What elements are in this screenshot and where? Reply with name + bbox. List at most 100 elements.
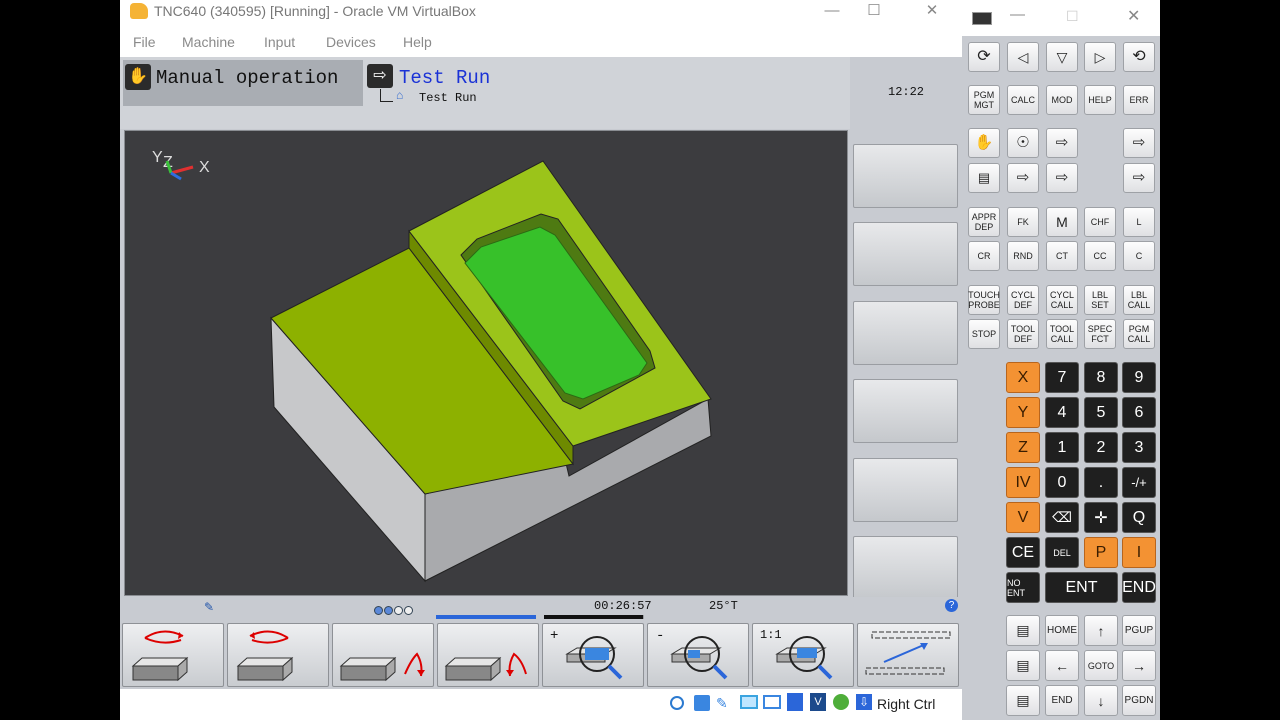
arrow-left-icon[interactable]: ◁ bbox=[1007, 42, 1039, 72]
help-icon[interactable]: ? bbox=[945, 599, 958, 612]
key-chf[interactable]: CHF bbox=[1084, 207, 1116, 237]
arrow-left-key[interactable]: ← bbox=[1045, 650, 1079, 681]
vertical-softkey-5[interactable] bbox=[853, 458, 958, 522]
vertical-softkey-6[interactable] bbox=[853, 536, 958, 600]
shared-folder-icon[interactable] bbox=[740, 695, 758, 709]
menu-help[interactable]: Help bbox=[403, 34, 432, 50]
arrow-right-key[interactable]: → bbox=[1122, 650, 1156, 681]
mode-test-run-label[interactable]: Test Run bbox=[399, 67, 490, 89]
program-run-icon[interactable]: ⇨ bbox=[1046, 163, 1078, 193]
key-goto[interactable]: GOTO bbox=[1084, 650, 1118, 681]
key-8[interactable]: 8 bbox=[1084, 362, 1118, 393]
key-x[interactable]: X bbox=[1006, 362, 1040, 393]
key-6[interactable]: 6 bbox=[1122, 397, 1156, 428]
key-p[interactable]: P bbox=[1084, 537, 1118, 568]
kbd-close-icon[interactable]: ✕ bbox=[1127, 6, 1140, 26]
optical-drive-icon[interactable] bbox=[694, 695, 710, 711]
key-z[interactable]: Z bbox=[1006, 432, 1040, 463]
vertical-softkey-4[interactable] bbox=[853, 379, 958, 443]
vertical-softkey-3[interactable] bbox=[853, 301, 958, 365]
key-end[interactable]: END bbox=[1122, 572, 1156, 603]
key-plus-minus[interactable]: -/+ bbox=[1122, 467, 1156, 498]
key-cycl-def[interactable]: CYCL DEF bbox=[1007, 285, 1039, 315]
key-del[interactable]: DEL bbox=[1045, 537, 1079, 568]
key-fk[interactable]: FK bbox=[1007, 207, 1039, 237]
key-pgdn[interactable]: PGDN bbox=[1122, 685, 1156, 716]
mouse-integration-icon[interactable]: ⇩ bbox=[856, 694, 872, 710]
arrow-right-icon[interactable]: ▷ bbox=[1084, 42, 1116, 72]
key-2[interactable]: 2 bbox=[1084, 432, 1118, 463]
key-mod[interactable]: MOD bbox=[1046, 85, 1078, 115]
usb-icon[interactable]: ✎ bbox=[716, 695, 732, 711]
minimize-icon[interactable]: — bbox=[812, 0, 852, 22]
key-y[interactable]: Y bbox=[1006, 397, 1040, 428]
key-cr[interactable]: CR bbox=[968, 241, 1000, 271]
key-iv[interactable]: IV bbox=[1006, 467, 1040, 498]
arrow-up-key[interactable]: ↑ bbox=[1084, 615, 1118, 646]
key-pgup[interactable]: PGUP bbox=[1122, 615, 1156, 646]
test-run-key-icon[interactable]: ⇨ bbox=[1123, 163, 1155, 193]
handwheel-icon[interactable]: ☉ bbox=[1007, 128, 1039, 158]
softkey-tilt-down[interactable] bbox=[332, 623, 434, 687]
mode-manual-operation[interactable]: ✋ Manual operation bbox=[123, 60, 363, 106]
softkey-zoom-in[interactable]: + bbox=[542, 623, 644, 687]
menu-input[interactable]: Input bbox=[264, 34, 295, 50]
menu-file[interactable]: File bbox=[133, 34, 156, 50]
softkey-rotate-left[interactable] bbox=[122, 623, 224, 687]
split-screen-icon[interactable]: ▤ bbox=[1006, 650, 1040, 681]
display-icon[interactable] bbox=[763, 695, 781, 709]
key-0[interactable]: 0 bbox=[1045, 467, 1079, 498]
key-lbl-set[interactable]: LBL SET bbox=[1084, 285, 1116, 315]
rotate-ccw-icon[interactable]: ⟳ bbox=[968, 42, 1000, 72]
key-ce[interactable]: CE bbox=[1006, 537, 1040, 568]
key-touch-probe[interactable]: TOUCH PROBE bbox=[968, 285, 1000, 315]
kbd-minimize-icon[interactable]: — bbox=[1010, 6, 1025, 23]
key-home[interactable]: HOME bbox=[1045, 615, 1079, 646]
key-ct[interactable]: CT bbox=[1046, 241, 1078, 271]
hand-mode-icon[interactable]: ✋ bbox=[968, 128, 1000, 158]
rotate-cw-icon[interactable]: ⟲ bbox=[1123, 42, 1155, 72]
simulation-viewport[interactable]: Y Z X bbox=[124, 130, 848, 596]
key-help[interactable]: HELP bbox=[1084, 85, 1116, 115]
key-decimal[interactable]: . bbox=[1084, 467, 1118, 498]
key-4[interactable]: 4 bbox=[1045, 397, 1079, 428]
crosshair-icon[interactable]: ✛ bbox=[1084, 502, 1118, 533]
key-5[interactable]: 5 bbox=[1084, 397, 1118, 428]
key-9[interactable]: 9 bbox=[1122, 362, 1156, 393]
softkey-zoom-out[interactable]: - bbox=[647, 623, 749, 687]
key-cc[interactable]: CC bbox=[1084, 241, 1116, 271]
key-pgm-call[interactable]: PGM CALL bbox=[1123, 319, 1155, 349]
hdd-status-icon[interactable] bbox=[670, 696, 684, 710]
key-3[interactable]: 3 bbox=[1122, 432, 1156, 463]
arrow-down-icon[interactable]: ▽ bbox=[1046, 42, 1078, 72]
key-appr-dep[interactable]: APPR DEP bbox=[968, 207, 1000, 237]
key-stop[interactable]: STOP bbox=[968, 319, 1000, 349]
full-sequence-icon[interactable]: ⇨ bbox=[1007, 163, 1039, 193]
key-c[interactable]: C bbox=[1123, 241, 1155, 271]
key-1[interactable]: 1 bbox=[1045, 432, 1079, 463]
key-rnd[interactable]: RND bbox=[1007, 241, 1039, 271]
backspace-icon[interactable]: ⌫ bbox=[1045, 502, 1079, 533]
key-q[interactable]: Q bbox=[1122, 502, 1156, 533]
key-calc[interactable]: CALC bbox=[1007, 85, 1039, 115]
program-list-icon[interactable]: ▤ bbox=[1006, 615, 1040, 646]
vertical-softkey-2[interactable] bbox=[853, 222, 958, 286]
key-m[interactable]: M bbox=[1046, 207, 1078, 237]
key-err[interactable]: ERR bbox=[1123, 85, 1155, 115]
softkey-zoom-reset[interactable]: 1:1 bbox=[752, 623, 854, 687]
key-no-ent[interactable]: NO ENT bbox=[1006, 572, 1040, 603]
key-ent[interactable]: ENT bbox=[1045, 572, 1118, 603]
vertical-softkey-1[interactable] bbox=[853, 144, 958, 208]
softkey-view-transform[interactable] bbox=[857, 623, 959, 687]
maximize-icon[interactable]: ☐ bbox=[854, 0, 894, 22]
key-i[interactable]: I bbox=[1122, 537, 1156, 568]
key-lbl-call[interactable]: LBL CALL bbox=[1123, 285, 1155, 315]
key-pgm-mgt[interactable]: PGM MGT bbox=[968, 85, 1000, 115]
key-cycl-call[interactable]: CYCL CALL bbox=[1046, 285, 1078, 315]
key-v[interactable]: V bbox=[1006, 502, 1040, 533]
kbd-maximize-icon[interactable]: ☐ bbox=[1066, 8, 1079, 25]
cpu-icon[interactable] bbox=[833, 694, 849, 710]
single-block-icon[interactable]: ▤ bbox=[968, 163, 1000, 193]
mdi-icon[interactable]: ⇨ bbox=[1046, 128, 1078, 158]
key-7[interactable]: 7 bbox=[1045, 362, 1079, 393]
